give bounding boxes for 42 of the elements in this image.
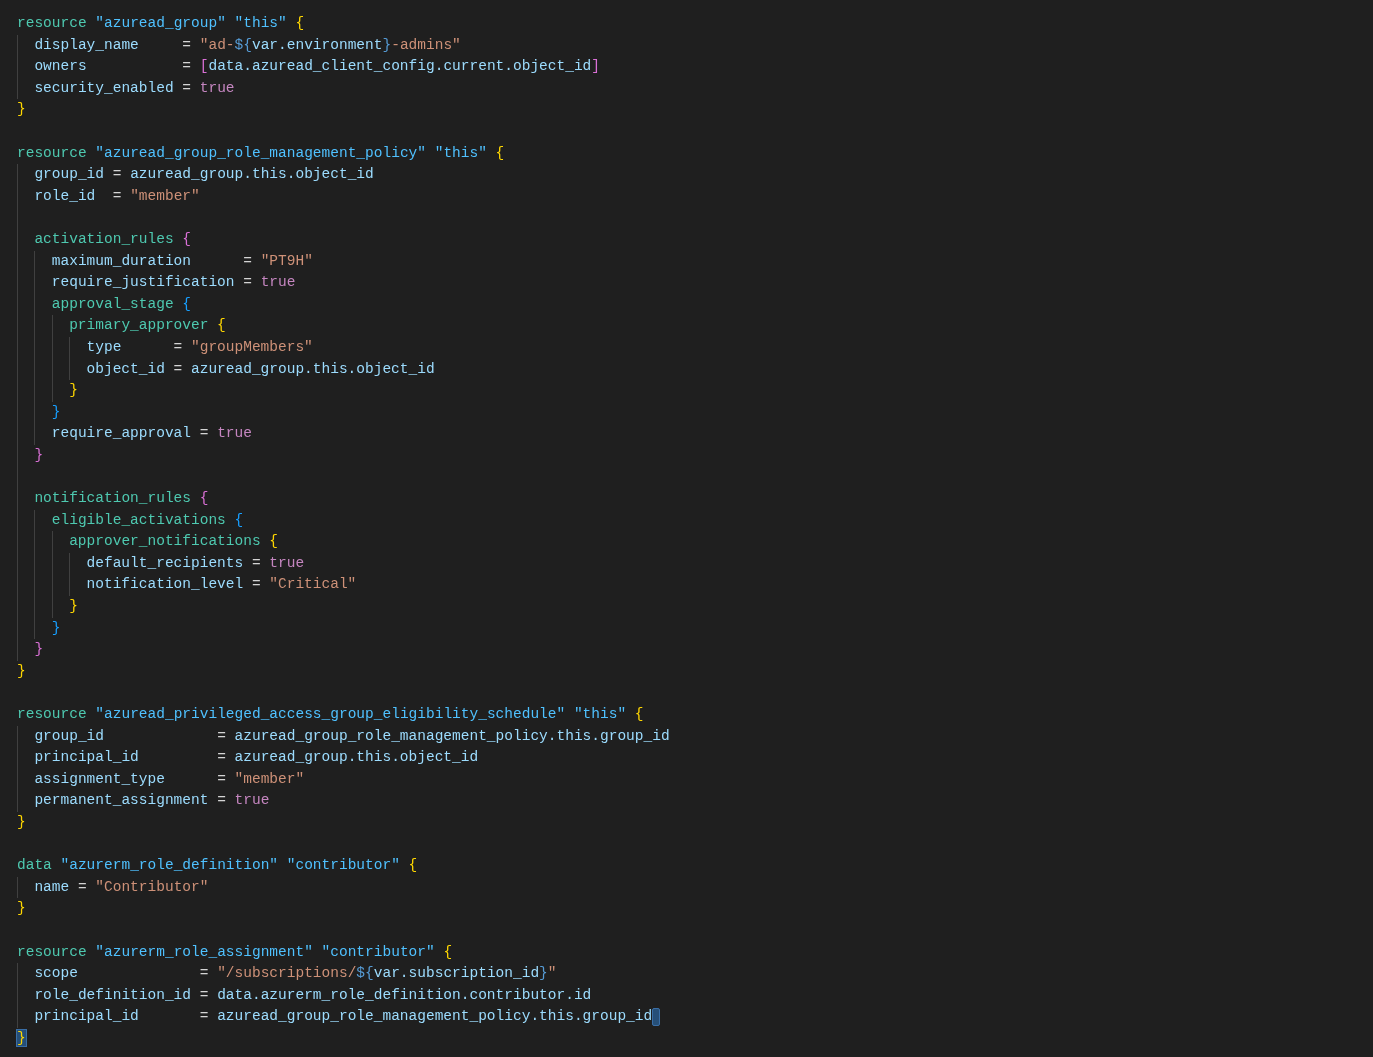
code-line: primary_approver { <box>69 316 226 336</box>
code-line: } <box>17 812 26 832</box>
code-line: scope = "/subscriptions/${var.subscription_id}" <box>34 964 557 984</box>
code-line: name = "Contributor" <box>34 877 209 897</box>
code-line: principal_id = azuread_group.this.object_id <box>34 748 479 768</box>
code-line: } <box>51 402 61 422</box>
code-line: } <box>17 661 26 681</box>
code-line: resource "azuread_group_role_management_policy" "this" { <box>17 143 505 163</box>
code-line: eligible_activations { <box>51 510 244 530</box>
code-line: } <box>34 640 44 660</box>
code-line: } <box>17 100 26 120</box>
code-editor[interactable] <box>0 0 1373 1057</box>
code-line: approver_notifications { <box>69 532 278 552</box>
code-line: } <box>51 618 61 638</box>
code-line: maximum_duration = "PT9H" <box>51 251 313 271</box>
code-line: } <box>69 597 78 617</box>
code-line: } <box>69 381 78 401</box>
code-line: type = "groupMembers" <box>86 337 313 357</box>
code-line: resource "azuread_group" "this" { <box>17 14 305 33</box>
code-line: } <box>17 899 26 919</box>
code-line: approval_stage { <box>51 294 191 314</box>
code-line: } <box>34 445 44 465</box>
code-line: assignment_type = "member" <box>34 769 305 789</box>
code-line: notification_level = "Critical" <box>86 575 357 595</box>
code-line: activation_rules { <box>34 229 192 249</box>
code-line: group_id = azuread_group_role_management_policy.this.group_id <box>34 726 670 746</box>
code-line: security_enabled = true <box>34 78 235 98</box>
code-line: notification_rules { <box>34 489 209 509</box>
code-line: role_definition_id = data.azurerm_role_definition.contributor.id <box>34 985 592 1005</box>
code-line: principal_id = azuread_group_role_management_policy.this.group_id <box>34 1007 653 1027</box>
code-line: object_id = azuread_group.this.object_id <box>86 359 435 379</box>
code-line: data "azurerm_role_definition" "contributor" { <box>17 856 418 876</box>
code-line: owners = [data.azuread_client_config.current.object_id] <box>34 57 600 77</box>
code-line: resource "azurerm_role_assignment" "contributor" { <box>17 942 453 962</box>
code-line: require_justification = true <box>51 273 296 293</box>
code-line: resource "azuread_privileged_access_group_eligibility_schedule" "this" { <box>17 705 644 724</box>
code-line: permanent_assignment = true <box>34 791 270 811</box>
code-line: default_recipients = true <box>86 553 305 573</box>
code-line: require_approval = true <box>51 424 252 444</box>
code-line: display_name = "ad-${var.environment}-admins" <box>34 35 461 55</box>
code-line: group_id = azuread_group.this.object_id <box>34 165 374 185</box>
code-line: role_id = "member" <box>34 186 200 206</box>
